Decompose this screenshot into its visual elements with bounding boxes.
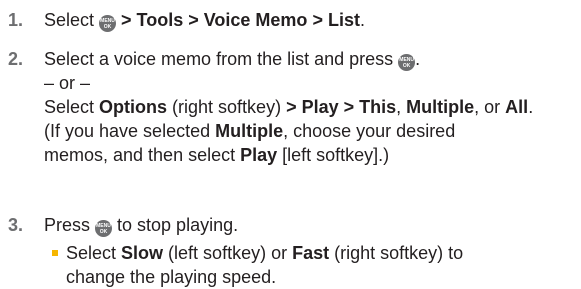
play-softkey: Play — [240, 145, 278, 165]
text: (If you have selected — [44, 121, 216, 141]
step-number: 2. — [8, 49, 24, 69]
menu-path-play: Play — [301, 97, 339, 117]
separator: > — [116, 10, 137, 30]
fast-softkey: Fast — [292, 243, 330, 263]
option-multiple: Multiple — [406, 97, 475, 117]
text: , or — [474, 97, 506, 117]
option-this: This — [359, 97, 397, 117]
step-body: Select MENU OK > Tools > Voice Memo > Lis… — [44, 8, 577, 32]
text: , choose your desired — [283, 121, 456, 141]
option-all: All — [505, 97, 529, 117]
instructions-document: 1. Select MENU OK > Tools > Voice Memo > … — [0, 0, 581, 289]
bullet-line: change the playing speed. — [66, 267, 277, 287]
menu-path-list: List — [327, 10, 360, 30]
text: (right softkey) to — [329, 243, 464, 263]
text: . — [415, 49, 421, 69]
step-body: Press MENU OK to stop playing. — [44, 213, 577, 237]
text: [left softkey].) — [277, 145, 390, 165]
step-line: Select a voice memo from the list and pr… — [44, 47, 577, 71]
text: to stop playing. — [112, 215, 239, 235]
step-number: 3. — [8, 215, 24, 235]
option-multiple: Multiple — [215, 121, 284, 141]
text: memos, and then select — [44, 145, 241, 165]
step-body: Select a voice memo from the list and pr… — [44, 47, 577, 167]
menu-ok-key-icon: MENU OK — [95, 220, 113, 237]
menu-path-voice-memo: Voice Memo — [203, 10, 308, 30]
menu-ok-key-icon: MENU OK — [99, 15, 117, 32]
options-softkey: Options — [99, 97, 168, 117]
step-line: Select MENU OK > Tools > Voice Memo > Lis… — [44, 8, 577, 32]
step-line: (If you have selected Multiple, choose y… — [44, 119, 577, 143]
separator: > — [307, 10, 328, 30]
step-line: memos, and then select Play [left softke… — [44, 143, 577, 167]
text: (right softkey) — [167, 97, 287, 117]
separator: > — [338, 97, 360, 117]
text: (left softkey) or — [163, 243, 293, 263]
text: . — [359, 10, 365, 30]
text: Select — [44, 10, 100, 30]
separator: > — [286, 97, 302, 117]
square-bullet-icon — [52, 250, 58, 256]
menu-ok-key-icon: MENU OK — [398, 54, 416, 71]
step-line: Select Options (right softkey) > Play > … — [44, 95, 577, 119]
text: Press — [44, 215, 96, 235]
text: Select — [44, 97, 100, 117]
step-number: 1. — [8, 10, 24, 30]
menu-path-tools: Tools — [136, 10, 184, 30]
or-separator: – or – — [44, 73, 91, 93]
text: . — [528, 97, 534, 117]
bullet-line: Select Slow (left softkey) or Fast (righ… — [66, 241, 577, 265]
step-line: Press MENU OK to stop playing. — [44, 213, 577, 237]
separator: > — [183, 10, 204, 30]
text: Select — [66, 243, 122, 263]
text: , — [396, 97, 407, 117]
slow-softkey: Slow — [121, 243, 164, 263]
text: Select a voice memo from the list and pr… — [44, 49, 399, 69]
bullet-item: Select Slow (left softkey) or Fast (righ… — [52, 241, 577, 289]
